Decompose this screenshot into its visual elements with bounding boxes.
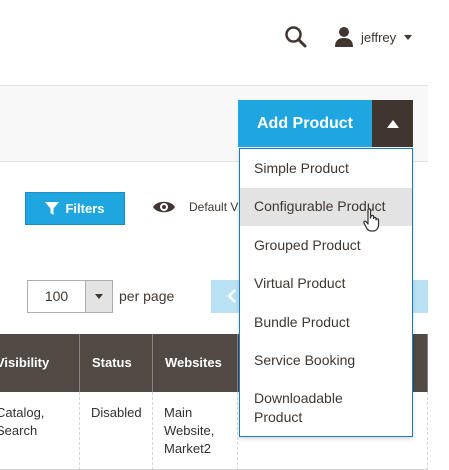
- cell-status: Disabled: [80, 392, 153, 470]
- per-page-select[interactable]: 100: [27, 280, 113, 313]
- cell-websites: Main Website, Market2: [153, 392, 238, 470]
- funnel-icon: [45, 201, 60, 215]
- menu-item-grouped-product[interactable]: Grouped Product: [240, 236, 412, 256]
- product-grid-page: jeffrey Add Product Filters Default V 10…: [0, 0, 449, 470]
- menu-item-service-booking[interactable]: Service Booking: [240, 351, 412, 371]
- menu-item-downloadable-product[interactable]: Downloadable Product: [240, 389, 370, 429]
- column-header-label: Visibility: [0, 355, 50, 370]
- per-page-value: 100: [44, 288, 69, 304]
- menu-item-simple-product[interactable]: Simple Product: [240, 159, 412, 179]
- admin-header: jeffrey: [0, 0, 449, 85]
- cell-visibility: Catalog, Search: [0, 392, 80, 470]
- cell-visibility-text: Catalog, Search: [0, 405, 45, 438]
- hand-pointer-icon: [363, 208, 380, 232]
- user-account-menu[interactable]: jeffrey: [334, 25, 413, 49]
- menu-item-virtual-product[interactable]: Virtual Product: [240, 274, 412, 294]
- view-label: Default V: [189, 200, 239, 214]
- chevron-down-icon: [404, 34, 413, 40]
- column-header-status[interactable]: Status: [80, 334, 153, 392]
- add-product-toggle[interactable]: [372, 100, 413, 147]
- column-header-websites[interactable]: Websites: [153, 334, 238, 392]
- add-product-button[interactable]: Add Product: [238, 100, 372, 147]
- column-header-visibility[interactable]: Visibility: [0, 334, 80, 392]
- filters-button[interactable]: Filters: [25, 192, 125, 225]
- search-icon[interactable]: [283, 24, 309, 50]
- eye-icon: [153, 201, 175, 213]
- per-page-label: per page: [119, 288, 175, 304]
- menu-item-configurable-product[interactable]: Configurable Product: [240, 188, 412, 226]
- chevron-up-icon: [386, 119, 399, 128]
- username-label: jeffrey: [361, 29, 397, 45]
- chevron-down-icon: [95, 294, 103, 299]
- add-product-menu: Simple Product Configurable Product Grou…: [239, 148, 413, 437]
- view-switcher[interactable]: Default V: [152, 198, 238, 216]
- filters-label: Filters: [65, 201, 105, 216]
- per-page-dropdown-button[interactable]: [85, 281, 112, 312]
- previous-page-icon[interactable]: [227, 289, 237, 303]
- user-icon: [335, 27, 353, 47]
- menu-item-bundle-product[interactable]: Bundle Product: [240, 313, 412, 333]
